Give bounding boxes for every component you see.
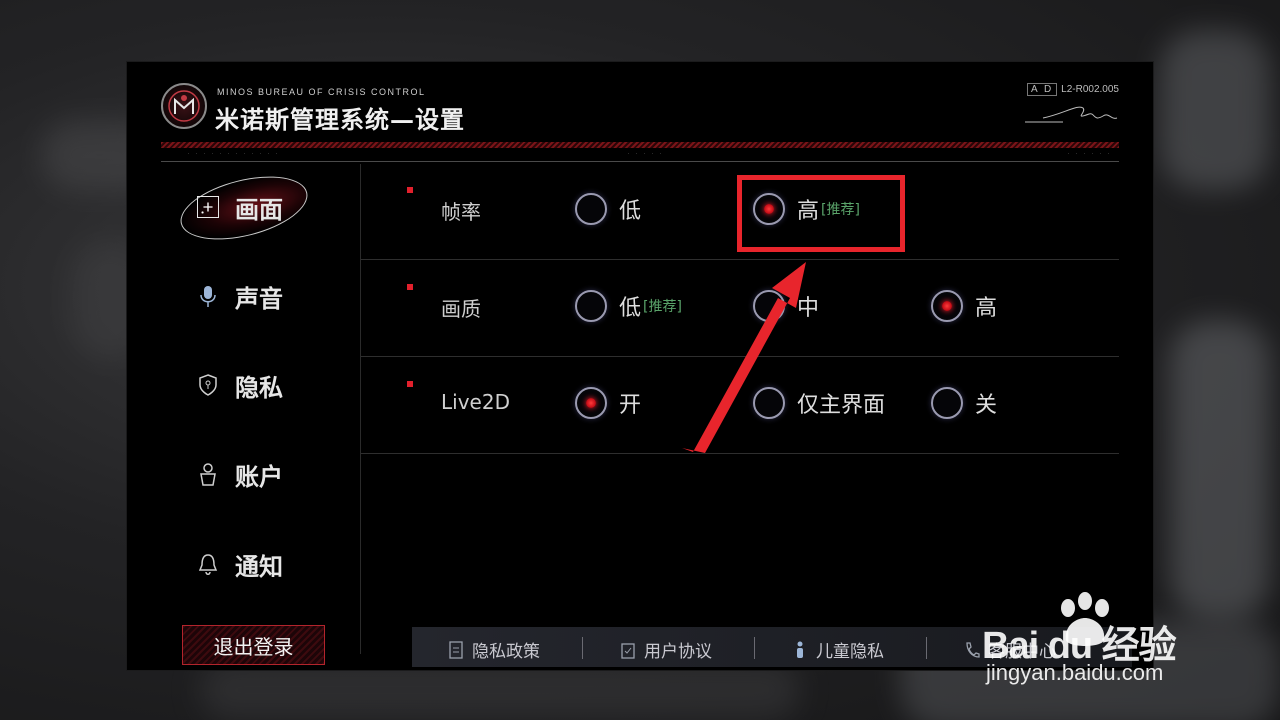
microphone-icon [197,283,219,309]
user-icon [197,461,219,487]
setting-label: Live2D [441,390,510,414]
radio-button[interactable] [575,290,607,322]
link-label: 隐私政策 [472,642,540,662]
header-stripe [161,142,1119,148]
option-live2d-off[interactable]: 关 [931,387,997,419]
sidebar-item-display[interactable]: 画面 [197,187,283,227]
micro-decoration: · · · · · · · · · · · · [187,151,280,157]
option-quality-high[interactable]: 高 [931,290,997,322]
sidebar-item-privacy[interactable]: 隐私 [197,365,283,405]
code-box: A D [1027,83,1058,96]
sidebar-item-account[interactable]: 账户 [197,454,283,494]
row-marker [407,187,413,193]
option-label: 低 [619,199,642,224]
sidebar-item-notification[interactable]: 通知 [197,544,283,584]
clipboard-icon [621,642,635,659]
micro-decoration: · · · · · [627,151,664,157]
phone-icon [966,641,980,658]
header-divider [161,161,1119,162]
radio-button-selected[interactable] [575,387,607,419]
bell-icon [197,551,219,577]
radio-button[interactable] [931,387,963,419]
option-label: 仅主界面 [797,393,886,418]
child-icon [797,641,803,658]
link-user-agreement[interactable]: 用户协议 [620,637,712,662]
watermark: Bai du 经验 jingyan.baidu.com [982,592,1272,696]
option-framerate-low[interactable]: 低 [575,193,641,225]
row-marker [407,284,413,290]
logout-button[interactable]: 退出登录 [182,625,325,665]
option-label: 高 [975,296,998,321]
option-label: 开 [619,393,642,418]
option-live2d-on[interactable]: 开 [575,387,641,419]
page-title: 米诺斯管理系统—设置 [215,105,465,134]
micro-decoration: · · · · · · [1067,151,1112,157]
sidebar-item-label: 账户 [235,461,283,491]
shield-icon [197,372,219,398]
bureau-subtitle: MINOS BUREAU OF CRISIS CONTROL [217,87,426,97]
radio-button[interactable] [575,193,607,225]
option-label: 中 [797,296,820,321]
settings-panel: MINOS BUREAU OF CRISIS CONTROL 米诺斯管理系统—设… [127,62,1153,670]
option-label: 关 [975,393,998,418]
sidebar-item-sound[interactable]: 声音 [197,276,283,316]
background-blur [1160,30,1270,190]
recommend-tag: [推荐] [643,299,682,315]
setting-row-quality: 画质 低 [推荐] 中 高 [361,260,1119,357]
watermark-url: jingyan.baidu.com [986,660,1164,685]
sidebar-item-label: 通知 [235,551,283,581]
setting-label: 帧率 [441,200,481,224]
setting-row-live2d: Live2D 开 仅主界面 关 [361,357,1119,454]
frame-icon [197,196,219,218]
code-text: L2-R002.005 [1061,84,1119,95]
option-quality-low[interactable]: 低 [推荐] [575,290,682,322]
setting-label: 画质 [441,297,481,321]
version-code: A D L2-R002.005 [1027,83,1119,96]
annotation-highlight-box [737,175,905,252]
sidebar-item-label: 声音 [235,283,283,313]
radio-button[interactable] [753,387,785,419]
sidebar-item-label: 隐私 [235,372,283,402]
link-label: 儿童隐私 [816,642,884,662]
radio-button[interactable] [753,290,785,322]
row-marker [407,381,413,387]
radio-button-selected[interactable] [931,290,963,322]
signature-icon [1025,106,1118,123]
background-blur [1170,320,1270,620]
sidebar-item-label: 画面 [235,194,283,224]
bureau-logo-icon [161,83,207,129]
link-privacy-policy[interactable]: 隐私政策 [448,637,540,662]
option-live2d-main-only[interactable]: 仅主界面 [753,387,885,419]
link-label: 用户协议 [644,642,712,662]
link-child-privacy[interactable]: 儿童隐私 [792,637,884,662]
document-icon [449,640,463,659]
option-label: 低 [619,296,642,321]
option-quality-medium[interactable]: 中 [753,290,819,322]
